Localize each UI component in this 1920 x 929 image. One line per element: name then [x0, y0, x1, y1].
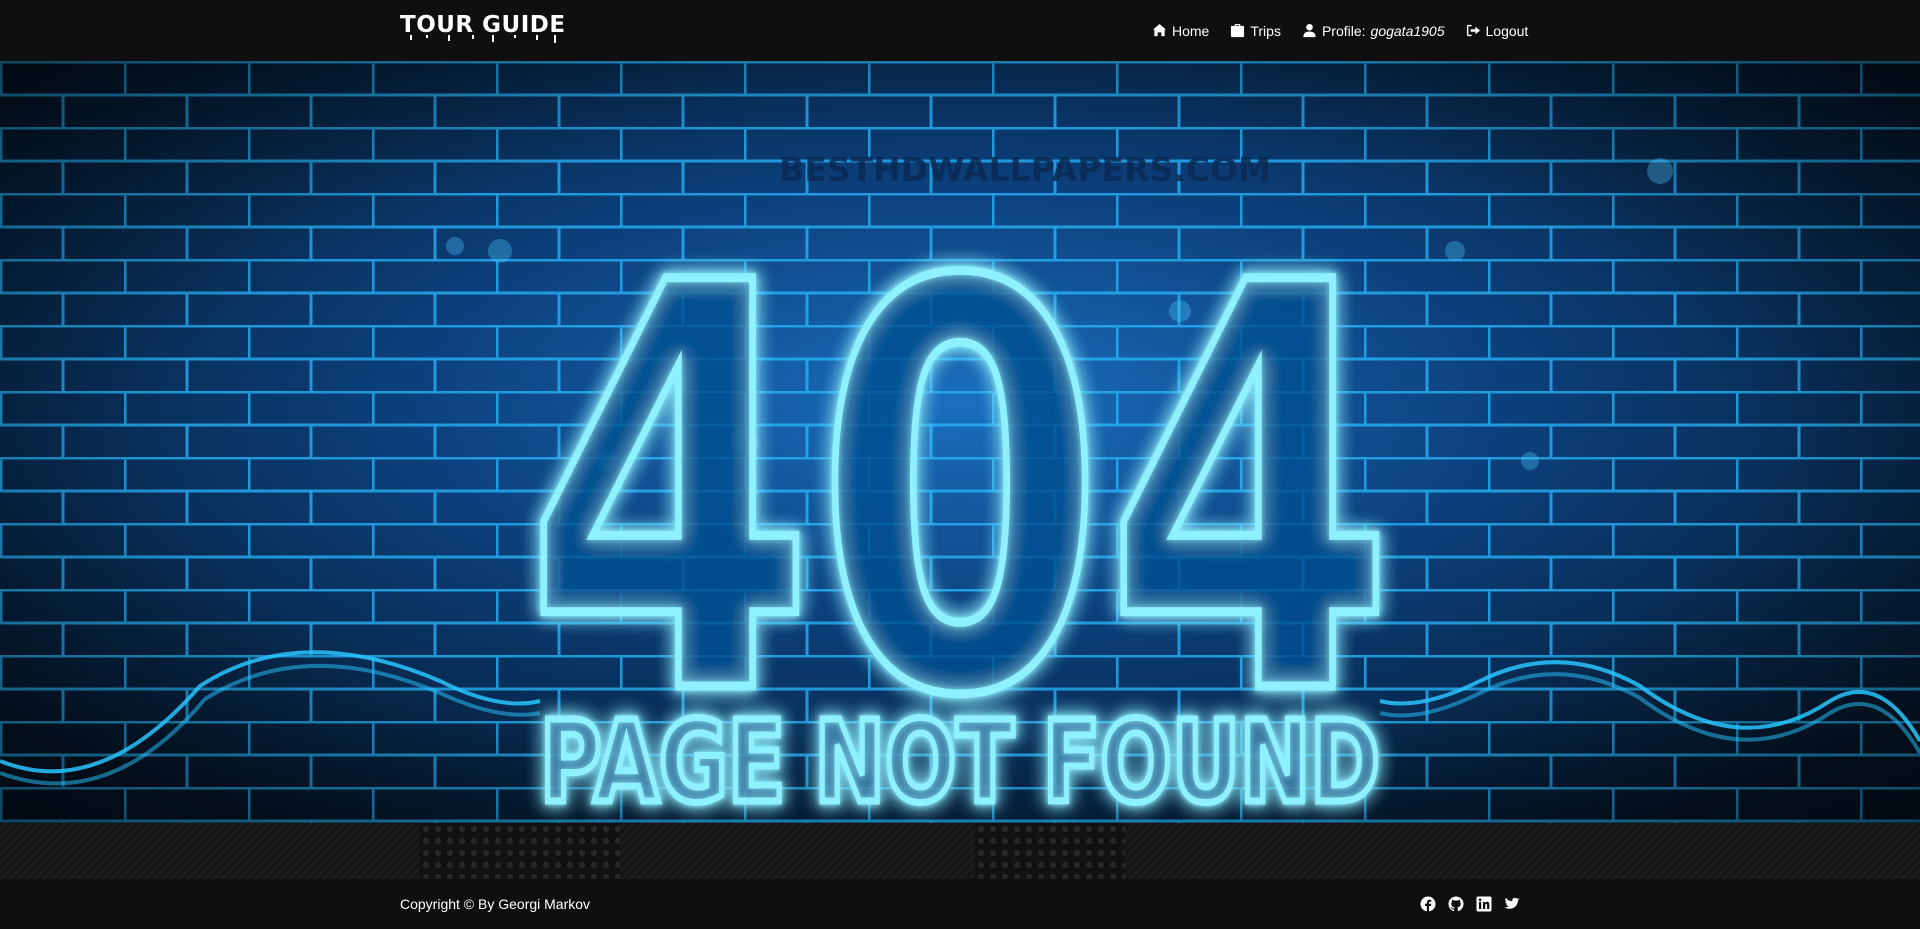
twitter-icon	[1504, 897, 1520, 909]
facebook-icon	[1420, 896, 1436, 912]
github-icon	[1448, 896, 1464, 912]
home-icon	[1152, 23, 1167, 37]
nav-trips-link[interactable]: Trips	[1230, 23, 1281, 39]
decorative-metal-band	[0, 823, 1920, 879]
nav-home-link[interactable]: Home	[1152, 23, 1209, 39]
linkedin-icon	[1476, 896, 1492, 912]
nav-profile-label: Profile:	[1321, 22, 1366, 39]
nav-profile-link[interactable]: Profile: gogata1905	[1302, 23, 1445, 39]
nav-logout-label: Logout	[1485, 22, 1529, 39]
nav-profile-username: gogata1905	[1370, 22, 1445, 39]
top-navbar: TOUR GUIDE Home Trips Profile: gogata190…	[0, 0, 1920, 61]
hex-mesh-panel	[420, 823, 620, 879]
twitter-link[interactable]	[1504, 896, 1520, 912]
not-found-hero: BESTHDWALLPAPERS.COM 404 PAGE NOT FOUND	[0, 61, 1920, 823]
social-links	[1420, 896, 1520, 912]
hex-mesh-panel	[975, 823, 1125, 879]
site-logo[interactable]: TOUR GUIDE	[400, 14, 566, 37]
neon-404-background-image: BESTHDWALLPAPERS.COM 404 PAGE NOT FOUND	[0, 61, 1920, 823]
linkedin-link[interactable]	[1476, 896, 1492, 912]
logo-drips-decoration	[410, 35, 556, 43]
page-not-found-message: PAGE NOT FOUND	[540, 698, 1380, 823]
nav-logout-link[interactable]: Logout	[1466, 22, 1529, 39]
sign-out-icon	[1466, 24, 1480, 37]
main-nav: Home Trips Profile: gogata1905 Logout	[1152, 0, 1549, 61]
nav-trips-label: Trips	[1250, 22, 1281, 39]
facebook-link[interactable]	[1420, 896, 1436, 912]
site-footer: Copyright © By Georgi Markov	[0, 879, 1920, 929]
github-link[interactable]	[1448, 896, 1464, 912]
copyright-text: Copyright © By Georgi Markov	[400, 896, 591, 912]
nav-home-label: Home	[1172, 22, 1210, 39]
suitcase-icon	[1231, 23, 1245, 38]
user-icon	[1303, 23, 1316, 38]
